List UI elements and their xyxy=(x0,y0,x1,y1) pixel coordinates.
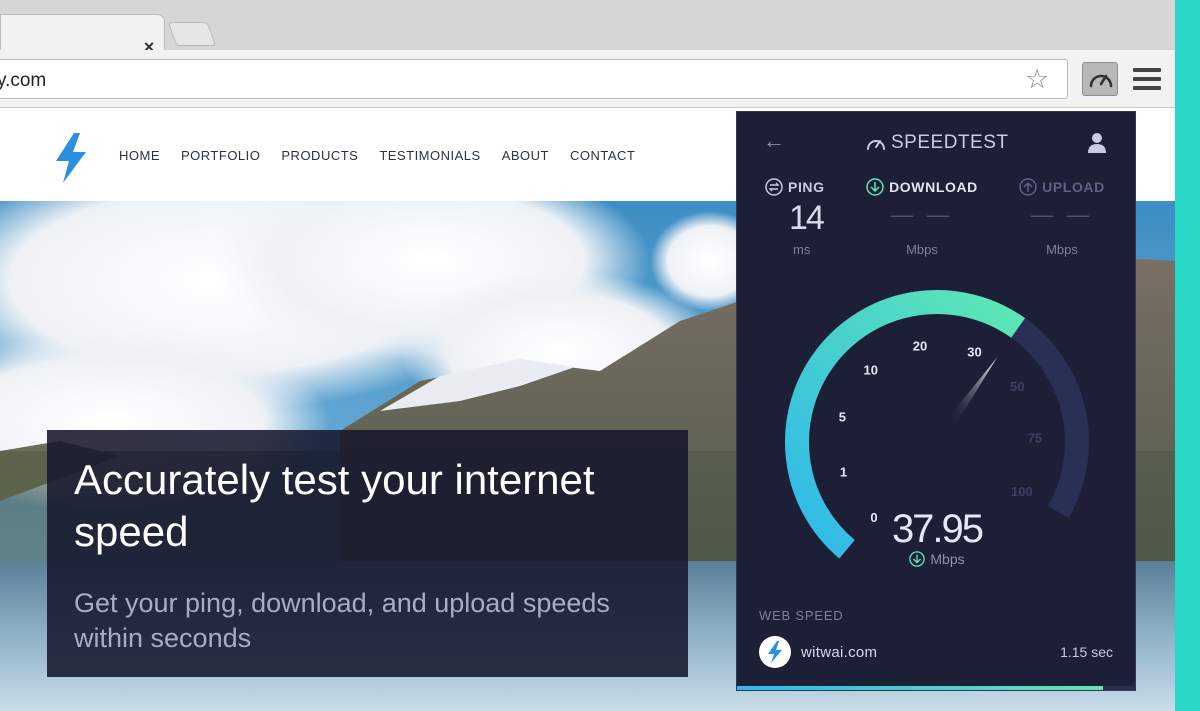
gauge-tick-label: 75 xyxy=(1028,431,1042,446)
lightning-icon xyxy=(768,641,782,663)
gauge-tick-label: 30 xyxy=(967,344,981,359)
hero-subtitle: Get your ping, download, and upload spee… xyxy=(74,588,610,653)
gauge-tick-label: 10 xyxy=(864,363,878,378)
user-icon[interactable] xyxy=(1087,132,1107,154)
tab-strip: × xyxy=(0,0,1175,57)
gauge-tick-label: 100 xyxy=(1011,484,1033,499)
gauge-needle xyxy=(947,357,998,425)
web-speed-progress xyxy=(737,686,1135,690)
speedometer-icon xyxy=(1089,74,1113,88)
ping-unit: ms xyxy=(793,242,811,257)
hero-overlay-card: Accurately test your internet speed Get … xyxy=(47,430,688,677)
url-text[interactable]: y.com xyxy=(0,70,46,92)
web-speed-progress-fill xyxy=(737,686,1104,690)
back-arrow-icon[interactable]: ← xyxy=(763,128,785,154)
screen: × y.com ☆ HOME PORTFOLIO PRODUCTS TESTIM… xyxy=(0,0,1200,711)
nav-about[interactable]: ABOUT xyxy=(502,148,549,163)
web-speed-site: witwai.com xyxy=(801,644,878,661)
nav-products[interactable]: PRODUCTS xyxy=(281,148,358,163)
browser-tab[interactable]: × xyxy=(0,14,165,57)
web-speed-time: 1.15 sec xyxy=(1060,644,1113,660)
new-tab-button[interactable] xyxy=(167,22,217,46)
speed-unit: Mbps xyxy=(930,551,965,567)
upload-icon xyxy=(1019,178,1037,196)
bookmark-star-icon[interactable]: ☆ xyxy=(1025,64,1049,94)
download-value: — — xyxy=(890,202,954,227)
nav-contact[interactable]: CONTACT xyxy=(570,148,635,163)
ping-icon xyxy=(765,178,783,196)
address-bar[interactable]: y.com ☆ xyxy=(0,59,1068,99)
download-label: DOWNLOAD xyxy=(889,179,978,195)
speed-value: 37.95 xyxy=(891,507,984,551)
web-speed-title: WEB SPEED xyxy=(759,608,844,623)
download-icon xyxy=(866,178,884,196)
ping-label: PING xyxy=(788,179,825,195)
gauge-tick-label: 20 xyxy=(913,338,927,353)
web-speed-row[interactable]: witwai.com 1.15 sec xyxy=(759,636,1113,670)
gauge-tick-label: 50 xyxy=(1010,379,1024,394)
lightning-logo-icon[interactable] xyxy=(54,133,88,183)
browser-menu-icon[interactable] xyxy=(1133,68,1161,90)
speedtest-extension-button[interactable] xyxy=(1082,62,1118,96)
ping-metric: PING 14 ms xyxy=(765,178,829,257)
window-edge xyxy=(1175,0,1200,711)
upload-label: UPLOAD xyxy=(1042,179,1105,195)
ping-value: 14 xyxy=(789,199,825,237)
site-favicon xyxy=(759,636,791,668)
upload-metric: UPLOAD — — Mbps xyxy=(997,178,1127,257)
speedtest-popup: ← SPEEDTEST PING 14 ms DOWNLOAD — — Mbps… xyxy=(736,111,1136,691)
browser-toolbar: y.com ☆ xyxy=(0,50,1175,108)
hero-title: Accurately test your internet speed xyxy=(74,456,595,555)
gauge-tick-label: 5 xyxy=(839,410,846,425)
brand-name: SPEEDTEST xyxy=(891,132,1009,153)
speedtest-brand: SPEEDTEST xyxy=(865,132,1008,154)
gauge-tick-label: 1 xyxy=(840,464,847,479)
download-icon xyxy=(909,551,926,567)
nav-testimonials[interactable]: TESTIMONIALS xyxy=(379,148,480,163)
download-metric: DOWNLOAD — — Mbps xyxy=(857,178,987,257)
upload-unit: Mbps xyxy=(1046,242,1078,257)
site-nav: HOME PORTFOLIO PRODUCTS TESTIMONIALS ABO… xyxy=(119,148,635,163)
nav-home[interactable]: HOME xyxy=(119,148,160,163)
nav-portfolio[interactable]: PORTFOLIO xyxy=(181,148,260,163)
speedometer-icon xyxy=(867,140,885,150)
upload-value: — — xyxy=(1030,202,1094,227)
speed-readout: 37.95 Mbps xyxy=(867,507,1007,567)
download-unit: Mbps xyxy=(906,242,938,257)
